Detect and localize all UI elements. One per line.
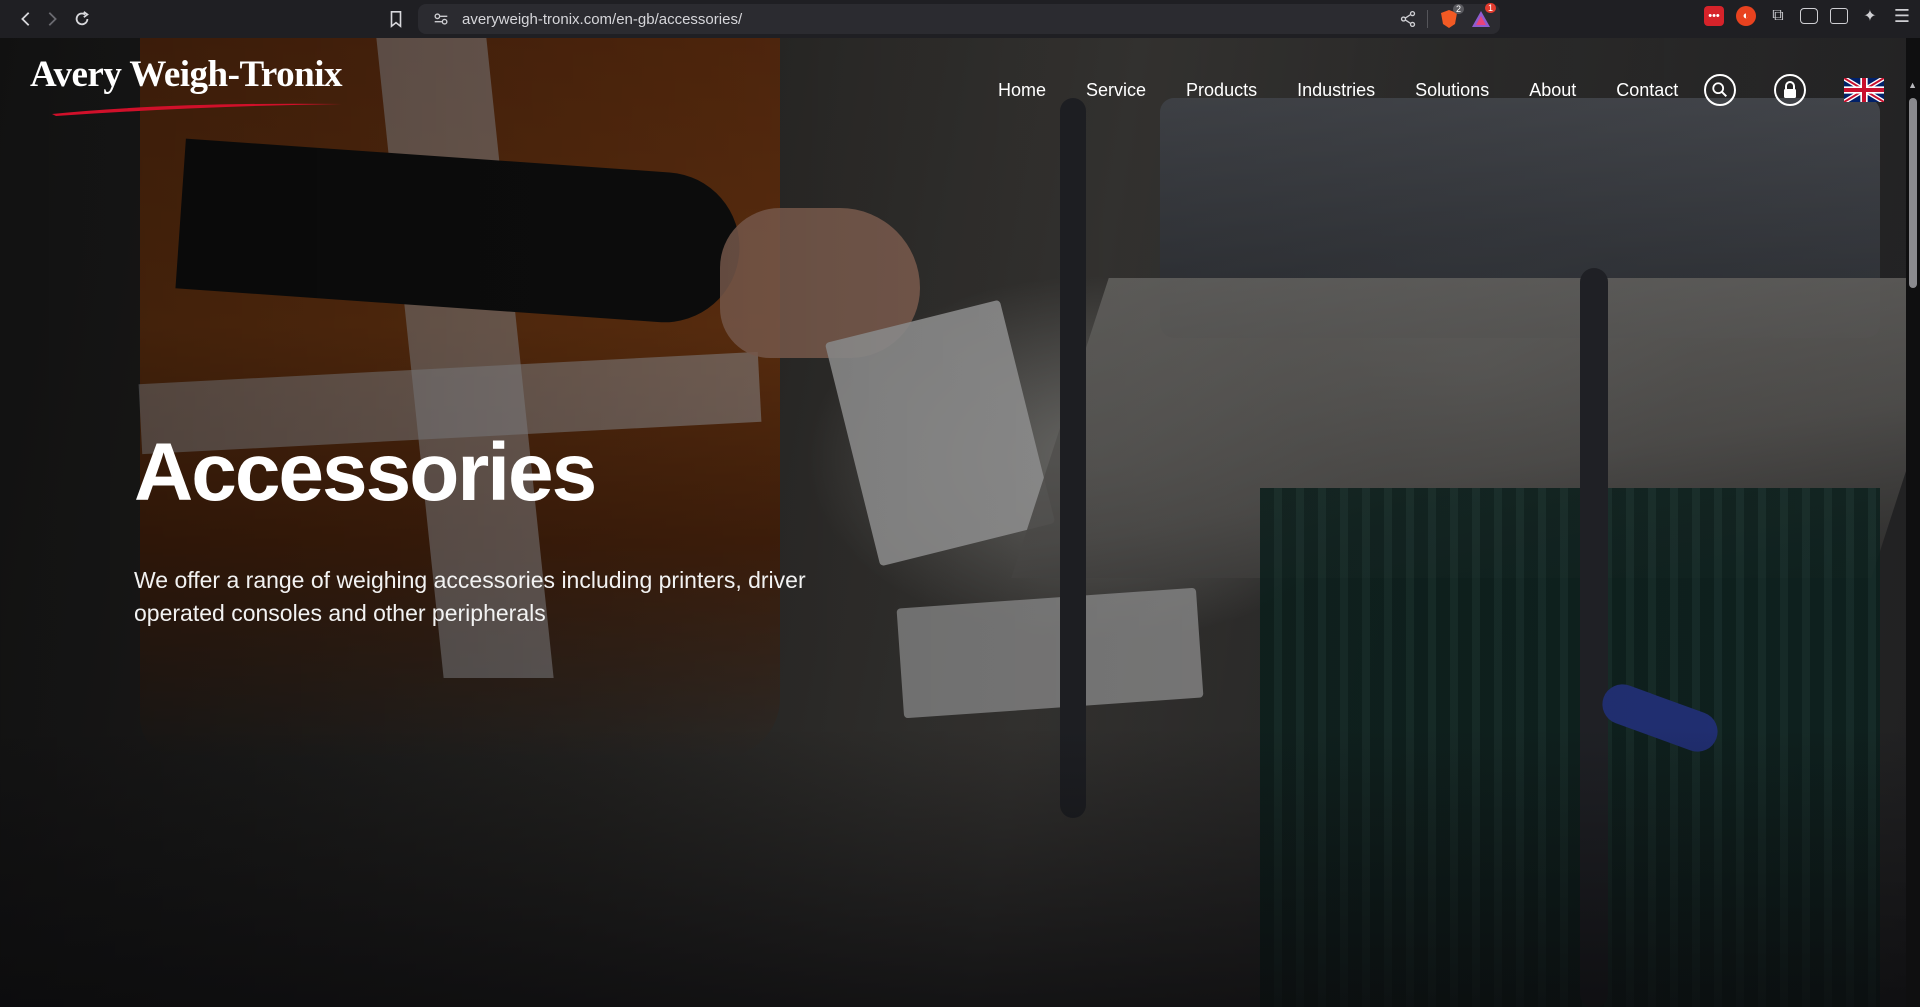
logo-text: Avery Weigh-Tronix <box>30 54 343 95</box>
wallet-icon[interactable] <box>1830 8 1848 24</box>
back-icon[interactable] <box>12 5 40 33</box>
nav-solutions[interactable]: Solutions <box>1395 80 1509 101</box>
site-logo[interactable]: Avery Weigh-Tronix <box>30 54 343 116</box>
sidebar-icon[interactable] <box>1800 8 1818 24</box>
search-icon[interactable] <box>1704 74 1736 106</box>
leo-ai-icon[interactable]: ✦ <box>1860 6 1880 26</box>
main-navigation: Home Service Products Industries Solutio… <box>978 80 1698 101</box>
address-bar[interactable]: averyweigh-tronix.com/en-gb/accessories/… <box>418 3 1500 34</box>
site-settings-icon[interactable] <box>432 10 450 28</box>
lastpass-icon[interactable]: ••• <box>1704 6 1724 26</box>
reload-icon[interactable] <box>68 5 96 33</box>
shield-count-badge: 2 <box>1452 4 1464 14</box>
nav-contact[interactable]: Contact <box>1596 80 1698 101</box>
scrollbar-track[interactable]: ▲ <box>1906 38 1920 1007</box>
rewards-badge: 1 <box>1484 3 1496 13</box>
page-title: Accessories <box>134 427 597 518</box>
nav-products[interactable]: Products <box>1166 80 1277 101</box>
puzzle-icon[interactable]: ⧉ <box>1768 6 1788 26</box>
page-viewport: Avery Weigh-Tronix Home Service Products… <box>0 38 1906 1007</box>
hero-bottom-fade <box>0 727 1906 1007</box>
divider <box>1427 10 1428 28</box>
logo-swoosh-icon <box>52 103 342 116</box>
browser-toolbar: averyweigh-tronix.com/en-gb/accessories/… <box>0 0 1920 38</box>
extension-icon-orange[interactable]: ◐ <box>1736 6 1756 26</box>
nav-about[interactable]: About <box>1509 80 1596 101</box>
hero-subtitle: We offer a range of weighing accessories… <box>134 567 806 626</box>
nav-service[interactable]: Service <box>1066 80 1166 101</box>
menu-icon[interactable]: ☰ <box>1892 6 1912 26</box>
bookmark-icon[interactable] <box>382 5 410 33</box>
uk-flag-icon[interactable] <box>1844 78 1884 102</box>
extensions-area: ••• ◐ ⧉ ✦ ☰ <box>1704 6 1912 26</box>
scroll-up-icon[interactable]: ▲ <box>1908 80 1917 90</box>
nav-industries[interactable]: Industries <box>1277 80 1395 101</box>
forward-icon[interactable] <box>38 5 66 33</box>
nav-home[interactable]: Home <box>978 80 1066 101</box>
brave-rewards-icon[interactable]: 1 <box>1470 3 1496 30</box>
lock-icon[interactable] <box>1774 74 1806 106</box>
hero-background-image <box>0 38 1906 1007</box>
scrollbar-thumb[interactable] <box>1909 98 1917 288</box>
brave-shield-icon[interactable]: 2 <box>1438 4 1464 30</box>
url-text[interactable]: averyweigh-tronix.com/en-gb/accessories/ <box>462 11 742 28</box>
share-icon[interactable] <box>1399 10 1417 28</box>
